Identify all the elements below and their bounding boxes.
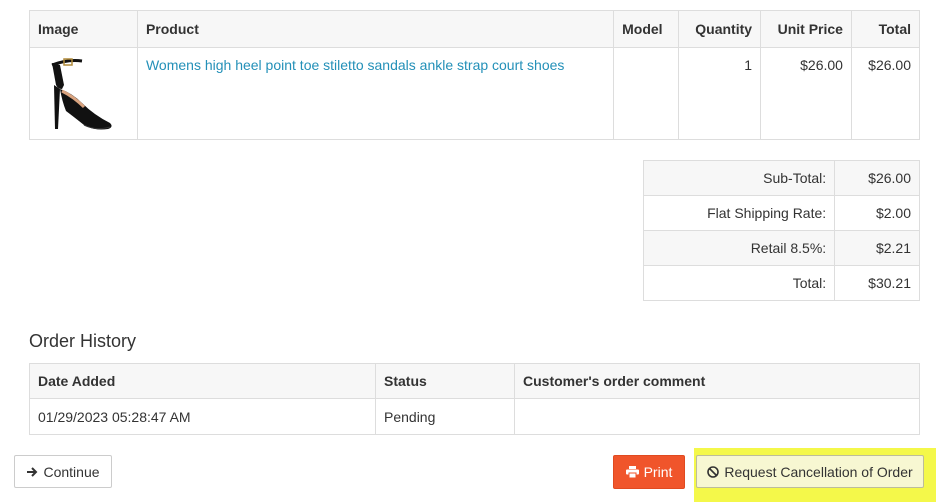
print-button-label: Print [643,464,673,480]
product-image-cell [29,47,138,140]
request-cancellation-label: Request Cancellation of Order [724,463,913,480]
totals-row-subtotal: Sub-Total: $26.00 [642,160,920,196]
totals-row-total: Total: $30.21 [642,265,920,301]
product-name-link[interactable]: Womens high heel point toe stiletto sand… [146,57,564,73]
table-row: Womens high heel point toe stiletto sand… [29,47,921,140]
request-cancellation-button[interactable]: Request Cancellation of Order [696,455,924,488]
subtotal-label: Sub-Total: [642,160,836,196]
order-history-table: Date Added Status Customer's order comme… [29,363,920,435]
shipping-label: Flat Shipping Rate: [642,195,836,231]
product-quantity-cell: 1 [678,47,762,140]
history-comment [514,398,920,435]
header-comment: Customer's order comment [514,363,920,399]
print-icon [625,466,639,478]
header-status: Status [375,363,515,399]
order-products-table: Image Product Model Quantity Unit Price … [29,10,921,140]
header-unit-price: Unit Price [760,10,852,48]
print-button[interactable]: Print [613,455,685,489]
history-status: Pending [375,398,515,435]
header-product: Product [136,10,615,48]
table-header-row: Image Product Model Quantity Unit Price … [29,10,921,48]
product-name-cell: Womens high heel point toe stiletto sand… [136,47,615,140]
ban-icon [707,465,720,478]
header-image: Image [29,10,138,48]
shipping-value: $2.00 [834,195,920,231]
totals-row-tax: Retail 8.5%: $2.21 [642,230,920,266]
tax-value: $2.21 [834,230,920,266]
history-date: 01/29/2023 05:28:47 AM [29,398,376,435]
history-header-row: Date Added Status Customer's order comme… [29,363,920,399]
totals-row-shipping: Flat Shipping Rate: $2.00 [642,195,920,231]
total-value: $30.21 [834,265,920,301]
arrow-right-icon [26,466,38,478]
order-history-title: Order History [29,331,137,351]
header-date-added: Date Added [29,363,376,399]
order-totals-table: Sub-Total: $26.00 Flat Shipping Rate: $2… [642,160,920,301]
subtotal-value: $26.00 [834,160,920,196]
product-unit-price-cell: $26.00 [760,47,852,140]
header-quantity: Quantity [678,10,762,48]
total-label: Total: [642,265,836,301]
continue-button-label: Continue [43,463,100,480]
header-total: Total [850,10,921,48]
tax-label: Retail 8.5%: [642,230,836,266]
continue-button[interactable]: Continue [14,455,112,488]
table-row: 01/29/2023 05:28:47 AM Pending [29,398,920,435]
product-thumbnail-image[interactable] [38,55,116,135]
header-model: Model [613,10,680,48]
product-total-cell: $26.00 [850,47,921,140]
product-model-cell [613,47,680,140]
